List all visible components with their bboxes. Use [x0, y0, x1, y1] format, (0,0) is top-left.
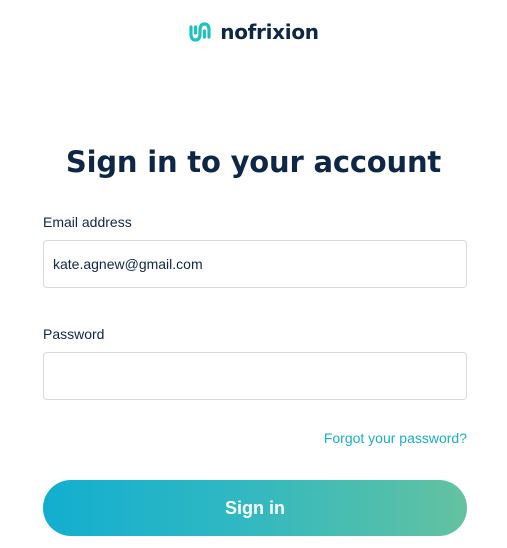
email-field[interactable]	[43, 240, 467, 288]
email-label: Email address	[43, 214, 132, 230]
password-label: Password	[43, 326, 105, 342]
login-page: nofrixion Sign in to your account Email …	[0, 0, 507, 548]
brand-name: nofrixion	[220, 20, 319, 44]
password-field[interactable]	[43, 352, 467, 400]
brand-logo: nofrixion	[0, 19, 507, 45]
sign-in-button[interactable]: Sign in	[43, 480, 467, 536]
page-title: Sign in to your account	[65, 145, 442, 179]
forgot-password-link[interactable]: Forgot your password?	[324, 429, 467, 447]
logo-wave-icon	[188, 19, 214, 45]
